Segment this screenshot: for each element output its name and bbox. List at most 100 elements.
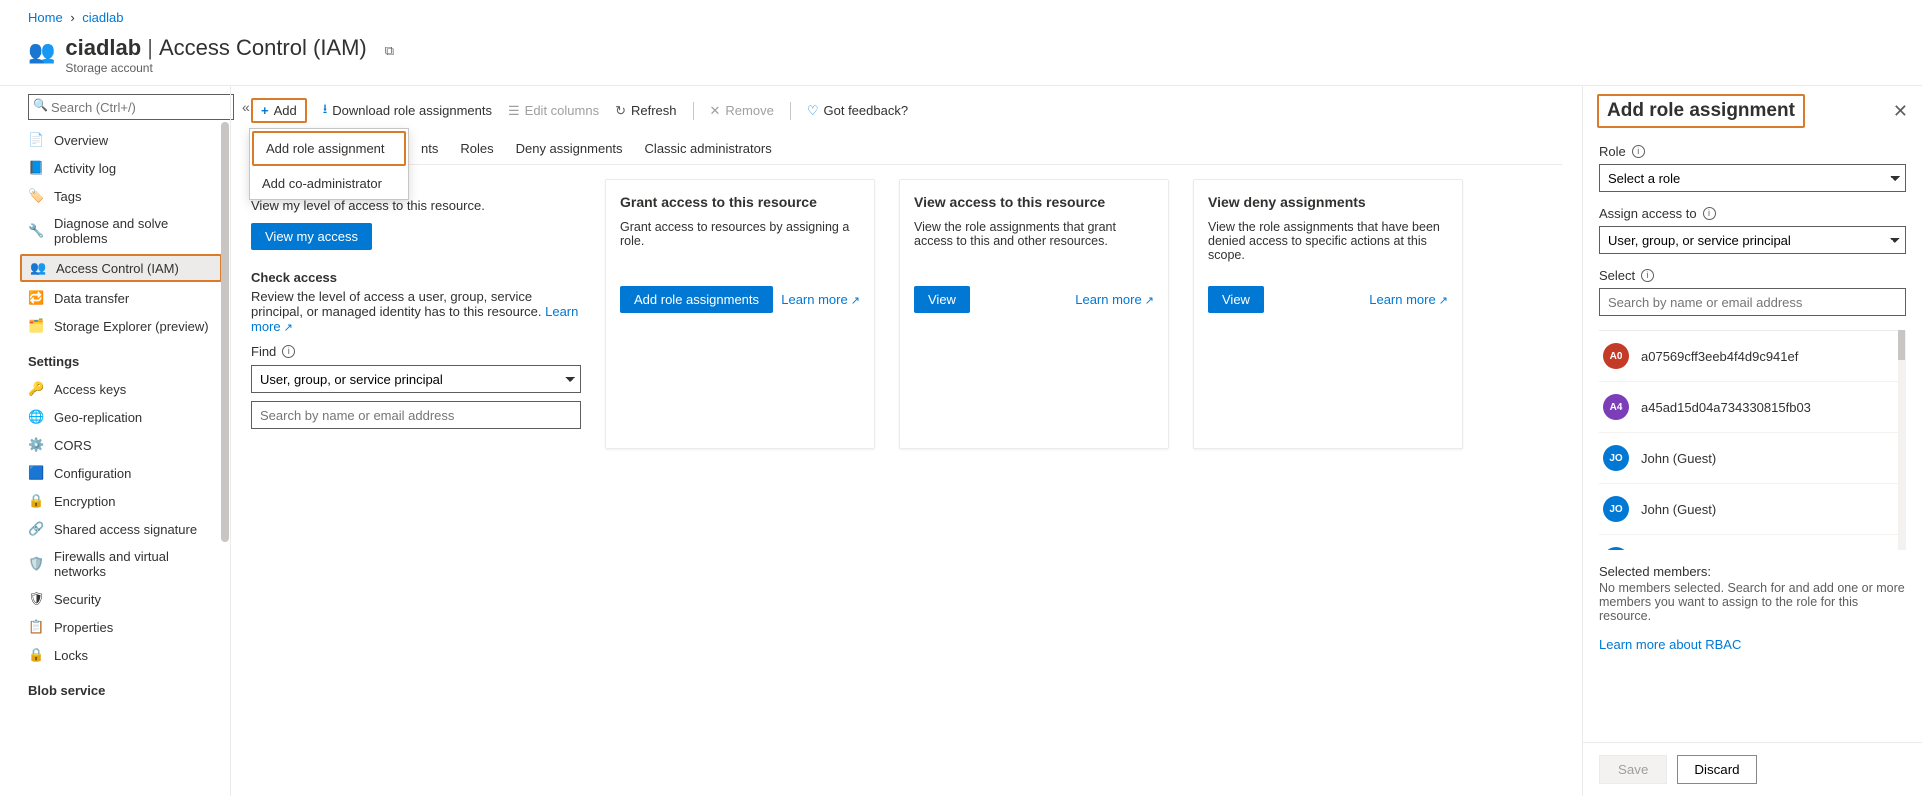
select-search-input[interactable] [1599, 288, 1906, 316]
rbac-learn-link[interactable]: Learn more about RBAC [1599, 637, 1906, 652]
info-icon[interactable]: i [1641, 269, 1654, 282]
tab-partial[interactable]: nts [421, 133, 438, 164]
nav-icon: 🏷️ [28, 188, 44, 204]
find-label: Find [251, 344, 276, 359]
sidebar-search-input[interactable] [28, 94, 234, 120]
sidebar-item[interactable]: 🔧Diagnose and solve problems [0, 210, 228, 252]
user-list-item[interactable]: JOJohn (Guest) [1599, 484, 1906, 535]
breadcrumb-resource[interactable]: ciadlab [82, 10, 123, 25]
nav-icon: 🟦 [28, 465, 44, 481]
tab-deny[interactable]: Deny assignments [516, 133, 623, 164]
add-button[interactable]: + Add [251, 98, 307, 123]
avatar: JO [1603, 445, 1629, 471]
avatar: A4 [1603, 394, 1629, 420]
close-panel-icon[interactable]: ✕ [1893, 101, 1908, 122]
user-name: a45ad15d04a734330815fb03 [1641, 400, 1811, 415]
card-desc: View the role assignments that grant acc… [914, 220, 1154, 268]
sidebar-section: Settings [0, 340, 228, 375]
nav-icon: 👥 [30, 260, 46, 276]
learn-more-link[interactable]: Learn more [1075, 292, 1154, 307]
tab-classic[interactable]: Classic administrators [645, 133, 772, 164]
view-button[interactable]: View [914, 286, 970, 313]
sidebar-item[interactable]: 🔑Access keys [0, 375, 228, 403]
user-name: a07569cff3eeb4f4d9c941ef [1641, 349, 1798, 364]
assign-access-dropdown[interactable]: User, group, or service principal [1599, 226, 1906, 254]
tab-roles[interactable]: Roles [460, 133, 493, 164]
info-icon[interactable]: i [1703, 207, 1716, 220]
user-list-item[interactable]: A0a07569cff3eeb4f4d9c941ef [1599, 331, 1906, 382]
panel-scrollbar[interactable] [1898, 330, 1906, 550]
nav-icon: 📋 [28, 619, 44, 635]
sidebar-item-label: Activity log [54, 161, 116, 176]
role-dropdown[interactable]: Select a role [1599, 164, 1906, 192]
nav-icon: 🛡️ [28, 556, 44, 572]
discard-button[interactable]: Discard [1677, 755, 1756, 784]
people-icon: 👥 [28, 39, 55, 65]
sidebar-item-label: Tags [54, 189, 81, 204]
sidebar-item[interactable]: 🛡Security [0, 585, 228, 613]
nav-icon: 🗂️ [28, 318, 44, 334]
view-button[interactable]: View [1208, 286, 1264, 313]
feedback-button[interactable]: ♡ Got feedback? [807, 103, 908, 119]
avatar: JO [1603, 496, 1629, 522]
nav-icon: 🔒 [28, 647, 44, 663]
learn-more-link[interactable]: Learn more [781, 292, 860, 307]
main-content: + Add ⭳ Download role assignments ☰ Edit… [230, 85, 1922, 796]
sidebar-item-label: CORS [54, 438, 92, 453]
sidebar-item[interactable]: 🔁Data transfer [0, 284, 228, 312]
view-deny-card: View deny assignments View the role assi… [1193, 179, 1463, 449]
sidebar-item-label: Data transfer [54, 291, 129, 306]
remove-button[interactable]: ✕ Remove [710, 103, 774, 119]
nav-icon: 🛡 [28, 591, 44, 607]
info-icon[interactable]: i [282, 345, 295, 358]
info-icon[interactable]: i [1632, 145, 1645, 158]
sidebar-item[interactable]: 👥Access Control (IAM) [20, 254, 222, 282]
download-button[interactable]: ⭳ Download role assignments [323, 100, 492, 122]
nav-icon: 🔧 [28, 223, 44, 239]
sidebar-item[interactable]: 🗂️Storage Explorer (preview) [0, 312, 228, 340]
sidebar-item[interactable]: 🟦Configuration [0, 459, 228, 487]
edit-columns-button[interactable]: ☰ Edit columns [508, 103, 599, 119]
sidebar-item[interactable]: ⚙️CORS [0, 431, 228, 459]
sidebar-item[interactable]: 🔒 Locks [0, 641, 228, 669]
find-search-input[interactable] [251, 401, 581, 429]
sidebar-item[interactable]: 📘Activity log [0, 154, 228, 182]
page-header: 👥 ciadlab|Access Control (IAM) Storage a… [0, 31, 1922, 85]
sidebar: « 📄Overview📘Activity log🏷️Tags🔧Diagnose … [0, 85, 230, 796]
sidebar-scrollbar[interactable] [220, 122, 230, 796]
refresh-icon: ↻ [615, 103, 626, 119]
sidebar-item[interactable]: 🏷️ Tags [0, 182, 228, 210]
add-role-assignments-button[interactable]: Add role assignments [620, 286, 773, 313]
sidebar-item[interactable]: 📋 Properties [0, 613, 228, 641]
save-button[interactable]: Save [1599, 755, 1667, 784]
sidebar-item[interactable]: 📄Overview [0, 126, 228, 154]
sidebar-section: Blob service [0, 669, 228, 704]
add-co-administrator-menuitem[interactable]: Add co-administrator [250, 168, 408, 199]
role-label: Role [1599, 144, 1626, 159]
sidebar-item[interactable]: 🔗Shared access signature [0, 515, 228, 543]
refresh-button[interactable]: ↻ Refresh [615, 103, 676, 119]
find-type-dropdown[interactable]: User, group, or service principal [251, 365, 581, 393]
toolbar-divider [790, 102, 791, 120]
sidebar-item-label: Locks [54, 648, 88, 663]
user-list-item[interactable]: JOJohn (Guest) [1599, 433, 1906, 484]
columns-icon: ☰ [508, 103, 520, 119]
card-desc: Grant access to resources by assigning a… [620, 220, 860, 268]
toolbar-divider [693, 102, 694, 120]
view-my-access-button[interactable]: View my access [251, 223, 372, 250]
breadcrumb-home[interactable]: Home [28, 10, 63, 25]
nav-icon: 🔑 [28, 381, 44, 397]
add-role-assignment-menuitem[interactable]: Add role assignment [252, 131, 406, 166]
nav-icon: 🔗 [28, 521, 44, 537]
sidebar-item[interactable]: 🔒Encryption [0, 487, 228, 515]
user-list-item[interactable]: JOJohn (Guest) [1599, 535, 1906, 550]
copy-icon[interactable]: ⧉ [385, 43, 394, 59]
check-access-heading: Check access [251, 270, 581, 285]
sidebar-item[interactable]: 🛡️Firewalls and virtual networks [0, 543, 228, 585]
nav-icon: 📄 [28, 132, 44, 148]
card-desc: View the role assignments that have been… [1208, 220, 1448, 268]
sidebar-item[interactable]: 🌐Geo-replication [0, 403, 228, 431]
user-list-item[interactable]: A4 a45ad15d04a734330815fb03 [1599, 382, 1906, 433]
sidebar-item-label: Properties [54, 620, 113, 635]
learn-more-link[interactable]: Learn more [1369, 292, 1448, 307]
